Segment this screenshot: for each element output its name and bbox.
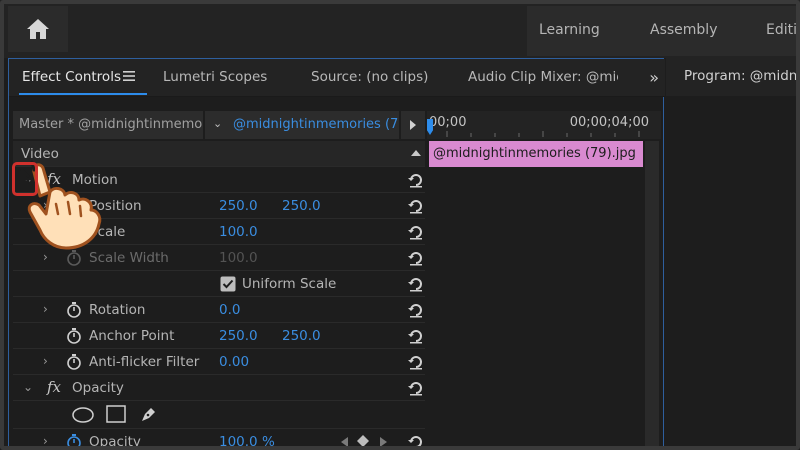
source-selector-row: Master * @midnightinmemories (79).jpg ⌄ … — [13, 111, 425, 139]
collapse-up-icon[interactable] — [411, 149, 421, 157]
anti-flicker-label: Anti-flicker Filter — [89, 354, 200, 370]
pen-mask-icon[interactable] — [139, 404, 159, 424]
stopwatch-icon[interactable] — [65, 433, 83, 450]
anchor-y-value[interactable]: 250.0 — [282, 328, 321, 344]
opacity-section-label: Opacity — [72, 380, 124, 396]
reset-icon[interactable] — [407, 197, 425, 215]
play-icon — [410, 120, 416, 130]
prev-keyframe-icon[interactable] — [341, 437, 349, 447]
panel-menu-icon[interactable] — [123, 70, 135, 82]
opacity-effect-row: ⌄ fx Opacity — [13, 375, 425, 401]
workspace-editing[interactable]: Editi — [766, 22, 797, 38]
reset-icon[interactable] — [407, 275, 425, 293]
anchor-point-row: Anchor Point 250.0 250.0 — [13, 323, 425, 349]
chevron-down-icon: ⌄ — [213, 117, 223, 130]
reset-icon[interactable] — [407, 171, 425, 189]
highlight-box — [12, 162, 38, 196]
timeline-ruler[interactable]: 00;00 00;00;04;00 — [427, 111, 661, 139]
opacity-value-expand-toggle[interactable]: › — [43, 434, 48, 448]
clip-bar[interactable]: @midnightinmemories (79).jpg — [429, 141, 643, 167]
timeline-end-time: 00;00;04;00 — [569, 115, 649, 130]
opacity-label: Opacity — [89, 434, 141, 450]
ellipse-mask-icon[interactable] — [71, 406, 95, 424]
rectangle-mask-icon[interactable] — [106, 405, 126, 423]
reset-icon[interactable] — [407, 223, 425, 241]
scale-width-value: 100.0 — [219, 250, 258, 266]
workspace-bar: Learning Assembly Editi — [0, 0, 800, 58]
scale-value[interactable]: 100.0 — [219, 224, 258, 240]
rotation-value[interactable]: 0.0 — [219, 302, 240, 318]
opacity-value[interactable]: 100.0 % — [219, 434, 275, 450]
home-button[interactable] — [8, 6, 68, 52]
tab-audio-clip-mixer[interactable]: Audio Clip Mixer: @mic — [468, 69, 618, 85]
next-keyframe-icon[interactable] — [379, 437, 387, 447]
anti-flicker-expand-toggle[interactable]: › — [43, 354, 48, 368]
program-tabs: Program: @midni — [666, 58, 800, 96]
mask-tools-row — [13, 401, 425, 429]
rotation-row: › Rotation 0.0 — [13, 297, 425, 323]
uniform-scale-row: Uniform Scale — [13, 271, 425, 297]
rotation-label: Rotation — [89, 302, 146, 318]
rotation-expand-toggle[interactable]: › — [43, 302, 48, 316]
tab-program[interactable]: Program: @midni — [684, 68, 800, 84]
opacity-expand-toggle[interactable]: ⌄ — [23, 380, 33, 394]
timeline-start-time: 00;00 — [429, 115, 467, 130]
play-only-audio-button[interactable] — [401, 111, 425, 139]
workspace-learning[interactable]: Learning — [539, 22, 600, 38]
workspace-assembly[interactable]: Assembly — [650, 22, 717, 38]
clip-source-dropdown[interactable]: ⌄ @midnightinmemories (79).jpg — [205, 111, 399, 139]
master-source-dropdown[interactable]: Master * @midnightinmemories (79).jpg — [13, 111, 203, 139]
reset-icon[interactable] — [407, 379, 425, 397]
reset-icon[interactable] — [407, 327, 425, 345]
timeline-ticks — [446, 131, 640, 137]
fx-icon[interactable]: fx — [47, 378, 61, 396]
stopwatch-icon[interactable] — [65, 353, 83, 371]
add-keyframe-icon[interactable] — [357, 435, 369, 447]
anchor-x-value[interactable]: 250.0 — [219, 328, 258, 344]
reset-icon[interactable] — [407, 433, 425, 450]
vertical-scrollbar[interactable] — [645, 141, 659, 450]
more-tabs-icon[interactable]: » — [649, 68, 659, 87]
position-x-value[interactable]: 250.0 — [219, 198, 258, 214]
anti-flicker-row: › Anti-flicker Filter 0.00 — [13, 349, 425, 375]
uniform-scale-checkbox[interactable] — [220, 276, 236, 292]
panel-tabs: Effect Controls Lumetri Scopes Source: (… — [9, 59, 665, 97]
anti-flicker-value[interactable]: 0.00 — [219, 354, 249, 370]
clip-source-label: @midnightinmemories (79).jpg — [233, 117, 399, 132]
opacity-row: › Opacity 100.0 % — [13, 429, 425, 450]
reset-icon[interactable] — [407, 249, 425, 267]
stopwatch-icon[interactable] — [65, 327, 83, 345]
anchor-point-label: Anchor Point — [89, 328, 175, 344]
stopwatch-icon[interactable] — [65, 301, 83, 319]
mini-timeline — [427, 141, 661, 450]
active-tab-indicator — [19, 93, 147, 95]
workspace-tabs: Learning Assembly Editi — [527, 6, 800, 56]
reset-icon[interactable] — [407, 301, 425, 319]
tab-source[interactable]: Source: (no clips) — [311, 69, 428, 85]
reset-icon[interactable] — [407, 353, 425, 371]
home-icon — [27, 19, 49, 39]
tab-lumetri-scopes[interactable]: Lumetri Scopes — [163, 69, 267, 85]
tab-effect-controls[interactable]: Effect Controls — [22, 69, 121, 85]
uniform-scale-label: Uniform Scale — [242, 276, 337, 292]
program-monitor-panel: Program: @midni — [666, 58, 800, 450]
position-y-value[interactable]: 250.0 — [282, 198, 321, 214]
